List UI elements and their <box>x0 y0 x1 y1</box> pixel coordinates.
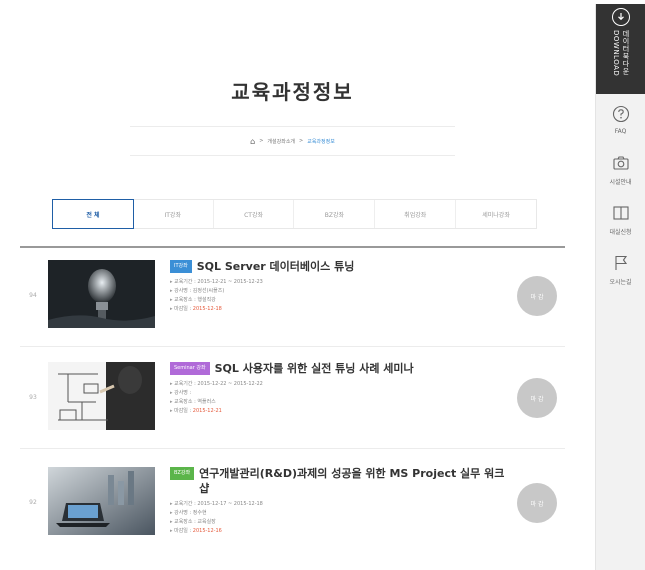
course-place: 교육장소 : 역플러스 <box>170 398 510 407</box>
course-period: 교육기간 : 2015-12-17 ~ 2015-12-18 <box>170 500 510 509</box>
download-label-en: DOWNLOAD <box>612 30 620 77</box>
sidebar-item-facility[interactable]: 시설안내 <box>596 144 645 194</box>
category-badge: BZ강좌 <box>170 467 195 480</box>
course-number: 92 <box>29 499 37 506</box>
course-number: 93 <box>29 394 37 401</box>
status-badge: 마 감 <box>517 276 557 316</box>
course-deadline: 마감일 : 2015-12-16 <box>170 527 510 536</box>
course-instructor: 강사명 : 정수현 <box>170 509 510 518</box>
breadcrumb: ⌂ > 개설강좌소개 > 교육과정정보 <box>130 126 455 156</box>
course-period: 교육기간 : 2015-12-21 ~ 2015-12-23 <box>170 278 510 287</box>
category-badge: Seminar 강좌 <box>170 362 210 375</box>
course-instructor: 강사명 : <box>170 389 510 398</box>
sidebar-item-directions[interactable]: 오시는길 <box>596 244 645 294</box>
breadcrumb-current: 교육과정정보 <box>307 138 335 145</box>
question-circle-icon <box>610 103 632 125</box>
tab-ct[interactable]: CT강좌 <box>214 200 295 228</box>
course-row[interactable]: 93 Seminar 강좌 SQL 사용자를 위한 실전 튜닝 사례 세미나 교… <box>20 352 565 449</box>
flag-icon <box>610 252 632 274</box>
category-tabs: 전 체 IT강좌 CT강좌 BZ강좌 취업강좌 세미나강좌 <box>52 199 537 229</box>
status-badge: 마 감 <box>517 483 557 523</box>
course-thumbnail[interactable] <box>48 260 155 328</box>
breadcrumb-level1[interactable]: 개설강좌소개 <box>267 138 295 145</box>
course-deadline: 마감일 : 2015-12-18 <box>170 305 510 314</box>
tab-bz[interactable]: BZ강좌 <box>294 200 376 228</box>
tab-it[interactable]: IT강좌 <box>133 200 214 228</box>
sidebar-item-label: 시설안내 <box>609 179 632 186</box>
download-label-ko: 데이터북다운 <box>622 30 630 75</box>
list-divider <box>20 246 565 248</box>
book-icon <box>610 202 632 224</box>
course-place: 교육장소 : 행설직강 <box>170 296 510 305</box>
sidebar-item-rental[interactable]: 대실신청 <box>596 194 645 244</box>
quick-menu-sidebar: DOWNLOAD 데이터북다운 FAQ 시설안내 대실신청 오시는길 <box>595 4 645 570</box>
course-row[interactable]: 92 BZ강좌 연구개발관리(R&D)과제의 성공을 위한 MS Project… <box>20 457 565 554</box>
camera-icon <box>610 152 632 174</box>
course-thumbnail[interactable] <box>48 362 155 430</box>
page-title: 교육과정정보 <box>231 80 354 104</box>
download-icon <box>611 8 630 26</box>
breadcrumb-separator: > <box>299 138 304 144</box>
download-button[interactable]: DOWNLOAD 데이터북다운 <box>596 4 645 94</box>
course-row[interactable]: 94 IT강좌 SQL Server 데이터베이스 튜닝 교육기간 : 2015… <box>20 250 565 347</box>
sidebar-item-label: 오시는길 <box>609 279 632 286</box>
sidebar-item-label: FAQ <box>614 128 627 135</box>
sidebar-item-label: 대실신청 <box>609 229 632 236</box>
course-instructor: 강사명 : 김정선(씨플즈) <box>170 287 510 296</box>
course-number: 94 <box>29 292 37 299</box>
status-badge: 마 감 <box>517 378 557 418</box>
home-icon[interactable]: ⌂ <box>250 137 255 146</box>
tab-all[interactable]: 전 체 <box>52 199 134 229</box>
tab-job[interactable]: 취업강좌 <box>375 200 457 228</box>
course-title[interactable]: 연구개발관리(R&D)과제의 성공을 위한 MS Project 실무 워크샵 <box>199 466 510 496</box>
course-thumbnail[interactable] <box>48 467 155 535</box>
breadcrumb-separator: > <box>259 138 264 144</box>
course-deadline: 마감일 : 2015-12-21 <box>170 407 510 416</box>
course-place: 교육장소 : 교육실장 <box>170 518 510 527</box>
course-period: 교육기간 : 2015-12-22 ~ 2015-12-22 <box>170 380 510 389</box>
tab-seminar[interactable]: 세미나강좌 <box>456 200 536 228</box>
category-badge: IT강좌 <box>170 260 192 273</box>
course-title[interactable]: SQL 사용자를 위한 실전 튜닝 사례 세미나 <box>215 361 414 376</box>
course-title[interactable]: SQL Server 데이터베이스 튜닝 <box>197 259 355 274</box>
sidebar-item-faq[interactable]: FAQ <box>596 94 645 144</box>
